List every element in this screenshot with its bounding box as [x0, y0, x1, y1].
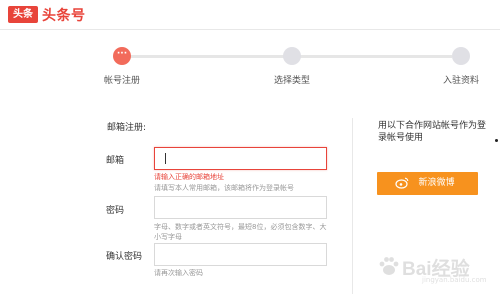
partner-login-text: 用以下合作网站帐号作为登录帐号使用 [378, 121, 487, 143]
step-dot-account-register: ··· [113, 47, 131, 65]
email-error-message: 请输入正确的邮箱地址 [154, 173, 224, 181]
watermark-url: jingyan.baidu.com [422, 276, 487, 284]
step-label-settle-info: 入驻资料 [443, 76, 480, 86]
top-header: 头条 头条号 [0, 0, 500, 30]
confirm-password-hint: 请再次输入密码 [154, 269, 203, 277]
confirm-password-label: 确认密码 [106, 252, 143, 262]
weibo-login-button[interactable]: 新浪微博 [377, 172, 478, 195]
logo-badge[interactable]: 头条 [8, 6, 38, 23]
step-label-account-register: 帐号注册 [104, 76, 141, 86]
email-hint: 请填写本人常用邮箱，该邮箱将作为登录帐号 [154, 184, 294, 192]
small-dot [495, 139, 498, 142]
weibo-icon [395, 177, 409, 189]
confirm-password-field[interactable] [154, 243, 327, 266]
weibo-button-label: 新浪微博 [418, 178, 455, 188]
step-dot-choose-type [283, 47, 301, 65]
paw-icon [379, 257, 399, 275]
section-title: 邮箱注册: [107, 123, 147, 133]
email-label: 邮箱 [106, 156, 125, 166]
step-connector-2 [300, 55, 452, 58]
text-caret [165, 153, 166, 164]
baidu-jingyan-watermark: Bai经验 jingyan.baidu.com [378, 252, 498, 288]
vertical-divider [352, 118, 353, 294]
step-label-choose-type: 选择类型 [274, 76, 311, 86]
password-hint: 字母、数字或者英文符号，最短8位，必须包含数字、大小写字母 [154, 223, 327, 241]
email-field[interactable] [154, 147, 327, 170]
password-label: 密码 [106, 206, 125, 216]
step-connector-1 [130, 55, 284, 58]
step-dot-settle-info [452, 47, 470, 65]
logo-text[interactable]: 头条号 [42, 5, 86, 25]
password-field[interactable] [154, 196, 327, 219]
